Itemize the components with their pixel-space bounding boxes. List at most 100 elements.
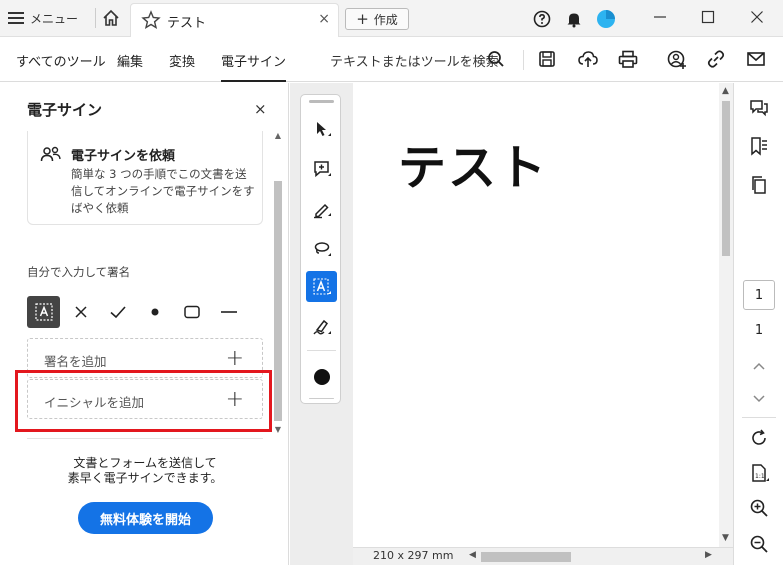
select-tool[interactable] [306,113,337,144]
line-tool[interactable] [212,296,245,328]
main-toolbar: すべてのツール 編集 変換 電子サイン テキストまたはツールを検索 [0,37,783,82]
svg-text:1:1: 1:1 [755,473,765,480]
signature-pen-icon [312,319,331,334]
scroll-left-arrow-icon[interactable]: ◀ [469,550,476,560]
hamburger-icon [8,12,24,24]
sign-tool[interactable] [306,311,337,342]
star-icon[interactable] [141,10,161,34]
line-icon [220,311,237,313]
check-mark-tool[interactable] [101,296,134,328]
minimize-icon[interactable] [648,5,672,29]
menu-all-tools[interactable]: すべてのツール [16,51,106,70]
home-icon[interactable] [100,7,122,29]
highlight-box [15,370,272,432]
share-user-icon[interactable] [666,49,688,71]
start-free-trial-button[interactable]: 無料体験を開始 [78,502,213,534]
scroll-up-arrow-icon[interactable]: ▲ [274,131,282,140]
fill-sign-tools [27,296,249,328]
check-icon [109,306,126,319]
chevron-down-icon[interactable] [748,388,770,410]
scroll-down-arrow-icon[interactable]: ▼ [274,425,282,434]
total-pages: 1 [754,323,764,338]
search-icon[interactable] [486,49,508,71]
current-page-input[interactable]: 1 [743,280,775,310]
maximize-icon[interactable] [696,5,720,29]
document-scrollbar[interactable]: ▲ ▼ [719,83,733,547]
scroll-thumb[interactable] [274,181,282,421]
upload-cloud-icon[interactable] [577,49,599,71]
section-label: 自分で入力して署名 [27,265,131,279]
dot-icon [151,308,158,316]
panel-close-icon[interactable]: × [254,100,267,118]
plus-icon: + [356,10,369,28]
drag-handle[interactable] [309,100,334,103]
request-signature-description: 簡単な 3 つの手順でこの文書を送信してオンラインで電子サインをすばやく依頼 [71,167,255,215]
horizontal-scroll-thumb[interactable] [481,552,571,562]
scroll-up-arrow-icon[interactable]: ▲ [722,86,729,96]
menu-e-sign[interactable]: 電子サイン [221,51,287,82]
cursor-icon [316,121,331,136]
zoom-in-icon[interactable] [748,497,770,519]
divider [523,50,524,70]
zoom-out-icon[interactable] [748,533,770,555]
text-field-icon [34,303,53,321]
comments-icon[interactable] [748,97,770,119]
rectangle-tool[interactable] [175,296,208,328]
chevron-up-icon[interactable] [748,355,770,377]
users-icon [40,145,62,169]
pages-copy-icon[interactable] [748,174,770,196]
promo-line-1: 文書とフォームを送信して [73,456,217,470]
text-tool[interactable] [306,271,337,302]
scroll-down-arrow-icon[interactable]: ▼ [722,533,729,543]
promo-text: 文書とフォームを送信して 素早く電子サインできます。 [27,456,263,486]
document-page[interactable]: テスト [353,83,719,547]
rotate-icon[interactable] [748,427,770,449]
divider [95,8,96,28]
scroll-right-arrow-icon[interactable]: ▶ [705,550,712,560]
link-icon[interactable] [706,49,728,71]
menu-label: メニュー [30,11,79,26]
page-size-label: 210 x 297 mm [373,549,454,562]
title-bar: メニュー テスト × + 作成 [0,0,783,37]
page-heading: テスト [398,140,549,196]
menu-button[interactable]: メニュー [8,6,78,30]
tab-close-icon[interactable]: × [318,11,330,27]
add-comment-tool[interactable] [306,153,337,184]
plus-icon: + [225,346,244,371]
divider [27,438,263,439]
document-tab[interactable]: テスト × [130,3,339,37]
color-picker[interactable] [306,361,337,392]
divider [742,417,776,418]
menu-convert[interactable]: 変換 [169,51,195,70]
status-bar: 210 x 297 mm ◀ ▶ [353,547,733,565]
text-field-tool[interactable] [27,296,60,328]
bookmark-list-icon[interactable] [748,135,770,157]
divider [309,398,334,399]
bell-icon[interactable] [563,8,585,30]
e-sign-panel: 電子サイン × 電子サインを依頼 簡単な 3 つの手順でこの文書を送信してオンラ… [0,83,289,565]
print-icon[interactable] [617,49,639,71]
scroll-thumb[interactable] [722,101,730,256]
search-field[interactable]: テキストまたはツールを検索 [330,51,499,70]
request-signature-card[interactable]: 電子サインを依頼 簡単な 3 つの手順でこの文書を送信してオンラインで電子サイン… [27,131,263,225]
dot-tool[interactable] [138,296,171,328]
quick-tools-bar [300,94,341,404]
actual-size-icon[interactable]: 1:1 [748,462,770,484]
right-rail: 1 1 1:1 [733,83,783,565]
draw-tool[interactable] [306,233,337,264]
profile-avatar-icon[interactable] [595,8,617,30]
cross-mark-tool[interactable] [64,296,97,328]
request-signature-title: 電子サインを依頼 [71,149,176,164]
comment-add-icon [313,160,331,177]
help-icon[interactable] [531,8,553,30]
panel-title: 電子サイン [27,101,103,119]
mail-icon[interactable] [746,49,768,71]
menu-edit[interactable]: 編集 [117,51,143,70]
save-icon[interactable] [537,49,559,71]
tab-title: テスト [167,16,207,31]
lasso-icon [314,241,331,256]
panel-scrollbar[interactable]: ▲ ▼ [272,131,284,436]
close-window-icon[interactable] [745,5,769,29]
highlight-tool[interactable] [306,193,337,224]
create-button[interactable]: + 作成 [345,8,409,30]
